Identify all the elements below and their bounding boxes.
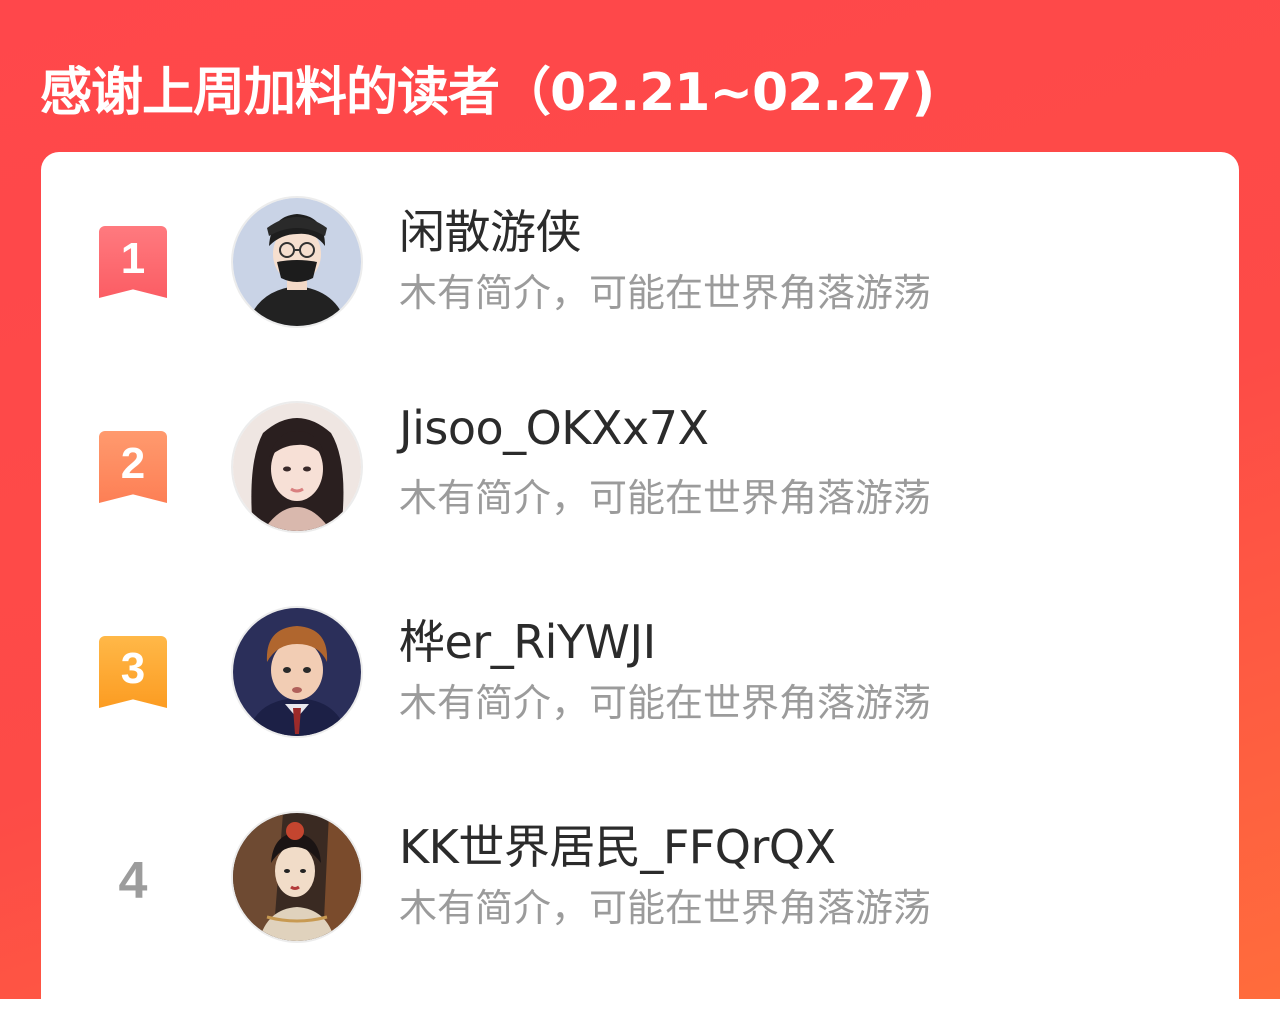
avatar[interactable] <box>231 401 363 533</box>
avatar-illustrated-woman-icon <box>233 813 361 941</box>
reader-bio: 木有简介，可能在世界角落游荡 <box>399 886 932 930</box>
reader-row[interactable]: 2 Jisoo_OKXx7X 木有简介，可能在世界角落游荡 <box>41 399 1239 539</box>
avatar[interactable] <box>231 811 363 943</box>
avatar[interactable] <box>231 606 363 738</box>
rank-badge: 1 <box>99 226 167 298</box>
avatar-man-glasses-mask-icon <box>233 198 361 326</box>
reader-name[interactable]: 闲散游侠 <box>399 196 582 262</box>
rank-number: 4 <box>118 852 148 910</box>
reader-row[interactable]: 1 闲散游侠 木有简介，可能在世界角落游荡 <box>41 194 1239 334</box>
avatar-boy-ginger-hair-icon <box>233 608 361 736</box>
reader-list-card: 1 闲散游侠 木有简介，可能在世界角落游荡 2 Jisoo_OKXx7X 木有简… <box>41 152 1239 1022</box>
reader-bio: 木有简介，可能在世界角落游荡 <box>399 681 932 725</box>
rank-badge: 2 <box>99 431 167 503</box>
reader-row[interactable]: 4 KK世界居民_FFQrQX 木有简介，可能在世界角落游荡 <box>41 809 1239 949</box>
reader-row[interactable]: 3 桦er_RiYWJI 木有简介，可能在世界角落游荡 <box>41 604 1239 744</box>
avatar-woman-dark-hair-icon <box>233 403 361 531</box>
reader-bio: 木有简介，可能在世界角落游荡 <box>399 271 932 315</box>
reader-bio: 木有简介，可能在世界角落游荡 <box>399 476 932 520</box>
page-title: 感谢上周加料的读者（02.21~02.27) <box>40 63 935 123</box>
reader-name[interactable]: 桦er_RiYWJI <box>399 606 656 672</box>
thanks-page: 感谢上周加料的读者（02.21~02.27) 1 闲散游侠 木有简介，可能在世界… <box>0 0 1280 1022</box>
avatar[interactable] <box>231 196 363 328</box>
rank-badge: 3 <box>99 636 167 708</box>
reader-name[interactable]: Jisoo_OKXx7X <box>399 401 709 455</box>
reader-name[interactable]: KK世界居民_FFQrQX <box>399 811 836 877</box>
